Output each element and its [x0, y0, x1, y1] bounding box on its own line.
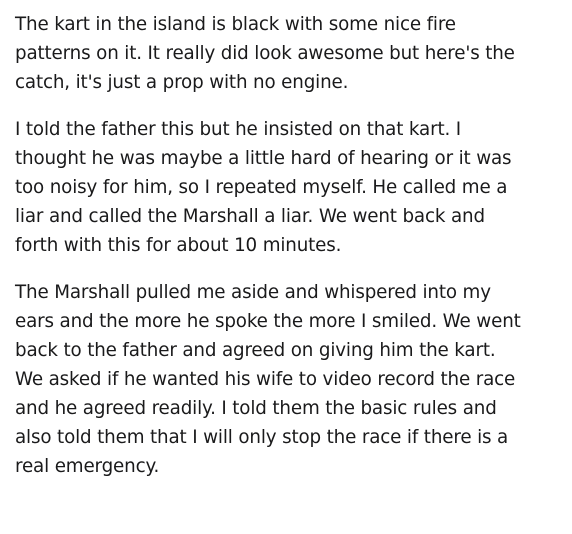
text-line: also told them that I will only stop the… — [15, 427, 509, 448]
text-line: The kart in the island is black with som… — [15, 14, 456, 35]
text-line: forth with this for about 10 minutes. — [15, 235, 342, 256]
text-line: The Marshall pulled me aside and whisper… — [15, 282, 491, 303]
text-line: We asked if he wanted his wife to video … — [15, 369, 516, 390]
post-body: The kart in the island is black with som… — [15, 10, 571, 481]
text-line: back to the father and agreed on giving … — [15, 340, 496, 361]
paragraph-1: The kart in the island is black with som… — [15, 10, 571, 97]
text-line: ears and the more he spoke the more I sm… — [15, 311, 521, 332]
text-line: patterns on it. It really did look aweso… — [15, 43, 515, 64]
paragraph-2: I told the father this but he insisted o… — [15, 115, 571, 260]
text-line: thought he was maybe a little hard of he… — [15, 148, 512, 169]
text-line: real emergency. — [15, 456, 160, 477]
text-line: and he agreed readily. I told them the b… — [15, 398, 497, 419]
text-line: catch, it's just a prop with no engine. — [15, 72, 349, 93]
text-line: I told the father this but he insisted o… — [15, 119, 462, 140]
text-line: too noisy for him, so I repeated myself.… — [15, 177, 508, 198]
paragraph-3: The Marshall pulled me aside and whisper… — [15, 278, 571, 481]
text-line: liar and called the Marshall a liar. We … — [15, 206, 485, 227]
